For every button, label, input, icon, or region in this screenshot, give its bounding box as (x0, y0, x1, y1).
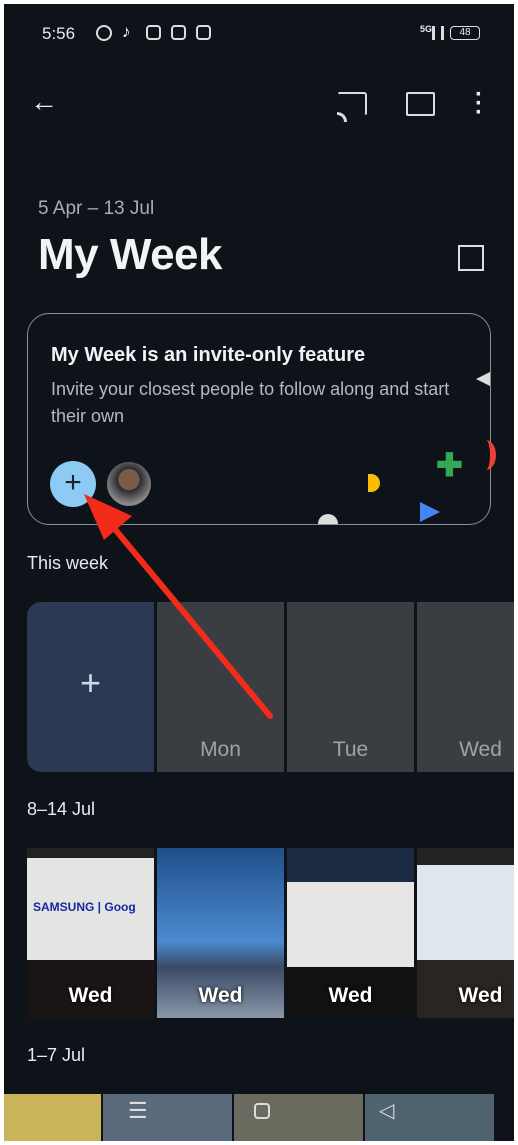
annotation-arrow (84, 494, 273, 719)
app-screen: 5:56 ♪ 5G 48 ← · · · 5 Apr – 13 Jul My Wee… (4, 4, 514, 1141)
